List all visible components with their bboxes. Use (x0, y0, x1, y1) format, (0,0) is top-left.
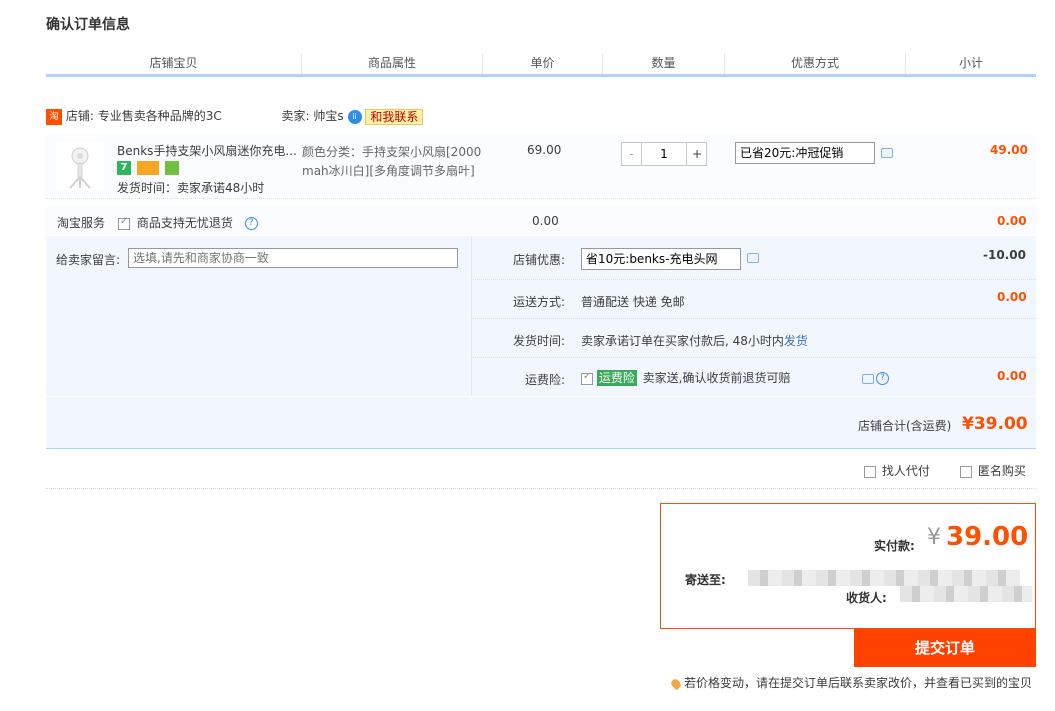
shipping-method: 普通配送 快递 免邮 (581, 295, 685, 309)
product-thumbnail[interactable] (56, 142, 104, 190)
message-label: 给卖家留言: (56, 253, 121, 267)
insurance-text: 卖家送,确认收货前退货可赔 (642, 371, 791, 385)
ship-time: 发货时间：卖家承诺48小时 (117, 181, 265, 195)
message-icon[interactable] (747, 253, 759, 263)
column-header-attribute: 商品属性 (302, 53, 483, 74)
price-change-tip: 若价格变动，请在提交订单后联系卖家改价，并查看已买到的宝贝 (669, 674, 1033, 691)
wangwang-icon[interactable]: ii (347, 109, 362, 124)
shop-total-amount: ¥39.00 (962, 414, 1028, 434)
seller-name[interactable]: 帅宝s (313, 109, 343, 123)
delivery-text: 卖家承诺订单在买家付款后, 48小时内 (581, 334, 784, 348)
shipping-label: 运送方式: (513, 295, 566, 309)
seven-day-return-icon[interactable]: 7 (117, 160, 131, 175)
tip-text: 若价格变动，请在提交订单后联系卖家改价，并查看已买到的宝贝 (684, 676, 1033, 690)
shop-discount-label: 店铺优惠: (513, 253, 566, 267)
address-label: 寄送至: (685, 573, 726, 587)
service-badges: 7 (117, 160, 181, 175)
column-header-item: 店铺宝贝 (46, 53, 302, 74)
attribute-line: 颜色分类：手持支架小风扇[2000 (302, 145, 482, 159)
shop-name[interactable]: 专业售卖各种品牌的3C (98, 109, 222, 123)
anonymous-option: 匿名购买 (960, 462, 1026, 479)
column-header-discount: 优惠方式 (725, 53, 906, 74)
seller-label: 卖家: (281, 109, 310, 123)
location-pin-icon (669, 677, 683, 690)
shop-discount-amount: -10.00 (983, 248, 1026, 262)
taobao-icon: 淘 (46, 108, 62, 125)
item-subtotal: 49.00 (990, 143, 1028, 157)
proxy-pay-checkbox[interactable] (864, 465, 876, 478)
insurance-badge: 运费险 (596, 370, 637, 386)
shop-discount-select[interactable]: 省10元:benks-充电头网 (581, 248, 741, 270)
increase-button[interactable]: + (686, 143, 707, 165)
submit-order-button[interactable]: 提交订单 (854, 629, 1036, 667)
decrease-button[interactable]: - (622, 143, 642, 165)
proxy-pay-label: 找人代付 (881, 464, 930, 478)
help-icon[interactable]: ? (876, 372, 889, 385)
service-checkbox[interactable] (118, 216, 130, 230)
quantity-stepper: - 1 + (621, 142, 707, 166)
unit-price: 69.00 (527, 143, 562, 157)
service-option-label: 商品支持无忧退货 (136, 216, 233, 230)
anonymous-checkbox[interactable] (960, 465, 972, 478)
quantity-input[interactable]: 1 (642, 143, 686, 165)
redacted-address (748, 570, 1020, 586)
divider (471, 357, 1036, 358)
divider (471, 318, 1036, 319)
help-icon[interactable]: ? (244, 217, 258, 230)
delivery-label: 发货时间: (513, 334, 566, 348)
pay-label: 实付款: (874, 539, 915, 553)
guarantee-icon[interactable] (164, 160, 179, 175)
redacted-receiver (900, 586, 1032, 602)
credit-card-icon[interactable] (136, 160, 159, 175)
anonymous-label: 匿名购买 (977, 464, 1026, 478)
shop-label: 店铺: (65, 109, 94, 123)
receiver-label: 收货人: (846, 591, 887, 605)
shipping-amount: 0.00 (997, 290, 1027, 304)
shop-info: 淘 店铺: 专业售卖各种品牌的3C 卖家: 帅宝s ii 和我联系 (46, 107, 424, 125)
insurance-checkbox[interactable] (581, 371, 593, 385)
column-header-subtotal: 小计 (958, 56, 983, 70)
divider (46, 488, 1036, 489)
currency-symbol: ¥ (927, 525, 941, 550)
service-label: 淘宝服务 (57, 216, 106, 230)
product-attributes: 颜色分类：手持支架小风扇[2000 mah冰川白][多角度调节多扇叶] (302, 143, 482, 179)
message-icon[interactable] (862, 374, 874, 384)
insurance-option: 运费险 卖家送,确认收货前退货可赔 (581, 369, 791, 386)
product-title[interactable]: Benks手持支架小风扇迷你充电... (117, 142, 297, 159)
service-option: 商品支持无忧退货 ? (118, 214, 258, 231)
column-header-quantity: 数量 (603, 53, 725, 74)
pay-amount: 39.00 (946, 522, 1029, 552)
column-header-price: 单价 (483, 53, 603, 74)
table-header: 店铺宝贝 商品属性 单价 数量 优惠方式 小计 (46, 53, 1036, 77)
delivery-link[interactable]: 发货 (784, 334, 808, 348)
delivery-info: 卖家承诺订单在买家付款后, 48小时内发货 (581, 332, 808, 349)
divider (471, 279, 1036, 280)
shop-total-label: 店铺合计(含运费) (858, 419, 952, 433)
insurance-amount: 0.00 (997, 369, 1027, 383)
attribute-line: mah冰川白][多角度调节多扇叶] (302, 164, 475, 178)
contact-seller-button[interactable]: 和我联系 (365, 108, 424, 125)
service-price: 0.00 (532, 214, 559, 228)
message-input[interactable] (128, 248, 458, 268)
service-subtotal: 0.00 (997, 214, 1027, 228)
message-icon[interactable] (881, 148, 893, 158)
proxy-pay-option: 找人代付 (864, 462, 930, 479)
promo-select[interactable]: 已省20元:冲冠促销 (735, 142, 875, 164)
insurance-label: 运费险: (525, 373, 566, 387)
page-title: 确认订单信息 (46, 17, 130, 33)
